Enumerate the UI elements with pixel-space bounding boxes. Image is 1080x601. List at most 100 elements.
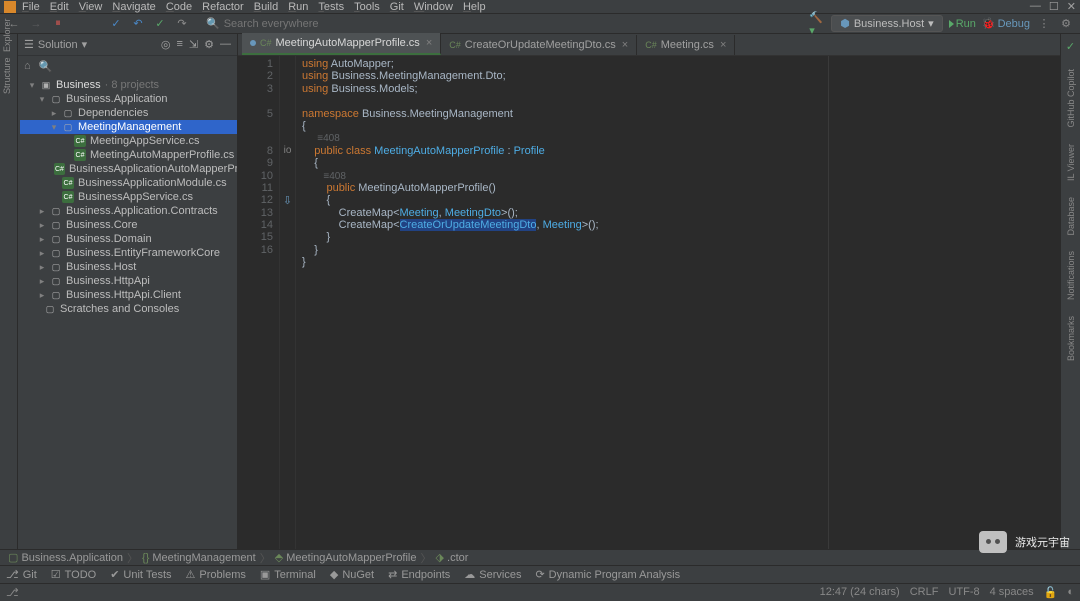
gear-icon[interactable]: ⚙ <box>204 38 214 51</box>
editor-tab[interactable]: C#MeetingAutoMapperProfile.cs× <box>242 33 441 55</box>
run-button[interactable]: Run <box>949 18 976 30</box>
tree-item[interactable]: C#MeetingAutoMapperProfile.cs <box>20 148 237 162</box>
tree-item[interactable]: ▾▢MeetingManagement <box>20 120 237 134</box>
tree-item[interactable]: C#BusinessAppService.cs <box>20 190 237 204</box>
menu-run[interactable]: Run <box>288 1 308 13</box>
bottom-unit-tests[interactable]: ✔Unit Tests <box>110 568 171 581</box>
status-encoding[interactable]: UTF-8 <box>948 586 979 599</box>
code-editor[interactable]: 12358910111213141516 io⇩ using AutoMappe… <box>238 56 1060 549</box>
bottom-todo[interactable]: ☑TODO <box>51 568 96 581</box>
editor-tab[interactable]: C#Meeting.cs× <box>637 35 735 55</box>
pause-icon[interactable]: ⏸ <box>50 16 66 32</box>
breadcrumb-item[interactable]: ⬗ .ctor <box>436 551 469 564</box>
menu-file[interactable]: File <box>22 1 40 13</box>
window-controls: — ☐ ✕ <box>1030 0 1076 13</box>
minimize-icon[interactable]: — <box>1030 0 1041 13</box>
tree-item[interactable]: C#BusinessApplicationModule.cs <box>20 176 237 190</box>
menu-navigate[interactable]: Navigate <box>112 1 155 13</box>
maximize-icon[interactable]: ☐ <box>1049 0 1059 13</box>
breadcrumb-item[interactable]: ▢ Business.Application <box>8 551 123 564</box>
menu-view[interactable]: View <box>79 1 103 13</box>
tree-item[interactable]: ▸▢Business.Core <box>20 218 237 232</box>
collapse-icon[interactable]: ⇲ <box>189 38 198 51</box>
tree-item[interactable]: ▸▢Business.Domain <box>20 232 237 246</box>
breadcrumb[interactable]: ▢ Business.Application〉{} MeetingManagem… <box>0 549 1080 565</box>
forward-button[interactable]: → <box>28 16 44 32</box>
bottom-nuget[interactable]: ◆NuGet <box>330 568 374 581</box>
bottom-services[interactable]: ☁Services <box>464 568 521 581</box>
inspect-icon[interactable]: ◐ <box>1067 586 1074 599</box>
chevron-down-icon: ▾ <box>928 17 934 30</box>
status-crlf[interactable]: CRLF <box>910 586 939 599</box>
code-content[interactable]: using AutoMapper;using Business.MeetingM… <box>296 56 1060 549</box>
run-config-selector[interactable]: ⬢ Business.Host ▾ <box>831 15 942 32</box>
breadcrumb-item[interactable]: ⬘ MeetingAutoMapperProfile <box>275 551 417 564</box>
search-icon[interactable]: 🔍 <box>39 60 53 73</box>
wechat-icon <box>979 531 1007 553</box>
bottom-git[interactable]: ⎇Git <box>6 568 37 581</box>
explorer-strip-icon[interactable]: Explorer <box>2 38 16 52</box>
tree-item[interactable]: ▸▢Dependencies <box>20 106 237 120</box>
search-input[interactable] <box>224 18 364 30</box>
bottom-tool-bar: ⎇Git ☑TODO ✔Unit Tests ⚠Problems ▣Terminal ◆N… <box>0 565 1080 583</box>
menu-help[interactable]: Help <box>463 1 486 13</box>
menu-build[interactable]: Build <box>254 1 278 13</box>
redo-icon[interactable]: ↷ <box>174 16 190 32</box>
check-icon[interactable]: ✓ <box>1066 40 1075 53</box>
solution-explorer: ☰ Solution ▾ ◎ ≡ ⇲ ⚙ — ⌂ 🔍 ▾▣ Business ·… <box>18 34 238 549</box>
right-github-copilot[interactable]: GitHub Copilot <box>1066 69 1076 128</box>
solution-toolbar: ⌂ 🔍 <box>18 56 237 76</box>
bottom-dynamic-program-analysis[interactable]: ⟳Dynamic Program Analysis <box>535 568 680 581</box>
tree-item[interactable]: C#MeetingAppService.cs <box>20 134 237 148</box>
menu-tools[interactable]: Tools <box>354 1 380 13</box>
status-indent[interactable]: 4 spaces <box>990 586 1034 599</box>
home-icon[interactable]: ⌂ <box>24 60 31 72</box>
menu-git[interactable]: Git <box>390 1 404 13</box>
right-bookmarks[interactable]: Bookmarks <box>1066 316 1076 361</box>
right-database[interactable]: Database <box>1066 197 1076 236</box>
breadcrumb-item[interactable]: {} MeetingManagement <box>142 552 256 564</box>
tree-item[interactable]: ▢Scratches and Consoles <box>20 302 237 316</box>
check-icon-green[interactable]: ✓ <box>152 16 168 32</box>
tree-item[interactable]: C#BusinessApplicationAutoMapperProfile.c… <box>20 162 237 176</box>
bottom-problems[interactable]: ⚠Problems <box>186 568 246 581</box>
status-position[interactable]: 12:47 (24 chars) <box>820 586 900 599</box>
readonly-icon[interactable]: 🔓 <box>1044 586 1058 599</box>
close-icon[interactable]: ✕ <box>1067 0 1076 13</box>
status-branch-icon[interactable]: ⎇ <box>6 586 19 599</box>
chevron-down-icon[interactable]: ▾ <box>82 38 88 51</box>
more-actions-icon[interactable]: ⋮ <box>1036 16 1052 32</box>
right-margin <box>828 56 829 549</box>
undo-icon[interactable]: ↶ <box>130 16 146 32</box>
menu-edit[interactable]: Edit <box>50 1 69 13</box>
structure-strip-icon[interactable]: Structure <box>2 80 16 94</box>
hammer-icon[interactable]: 🔨▾ <box>809 16 825 32</box>
editor-tab[interactable]: C#CreateOrUpdateMeetingDto.cs× <box>441 35 637 55</box>
tree-item[interactable]: ▸▢Business.EntityFrameworkCore <box>20 246 237 260</box>
target-icon[interactable]: ◎ <box>161 38 171 51</box>
solution-root[interactable]: ▾▣ Business · 8 projects <box>20 78 237 92</box>
menu-tests[interactable]: Tests <box>318 1 344 13</box>
right-notifications[interactable]: Notifications <box>1066 251 1076 300</box>
check-icon-blue[interactable]: ✓ <box>108 16 124 32</box>
tree-item[interactable]: ▾▢Business.Application <box>20 92 237 106</box>
menu-refactor[interactable]: Refactor <box>202 1 244 13</box>
search-everywhere[interactable]: 🔍 <box>206 17 364 30</box>
bottom-terminal[interactable]: ▣Terminal <box>260 568 316 581</box>
right-il-viewer[interactable]: IL Viewer <box>1066 144 1076 181</box>
tree-item[interactable]: ▸▢Business.Application.Contracts <box>20 204 237 218</box>
app-icon <box>4 1 16 13</box>
run-config-area: 🔨▾ ⬢ Business.Host ▾ Run 🐞Debug ⋮ ⚙ <box>809 15 1074 32</box>
menu-code[interactable]: Code <box>166 1 192 13</box>
tree-item[interactable]: ▸▢Business.HttpApi <box>20 274 237 288</box>
menu-window[interactable]: Window <box>414 1 453 13</box>
filter-icon[interactable]: ≡ <box>176 38 182 51</box>
tree-item[interactable]: ▸▢Business.HttpApi.Client <box>20 288 237 302</box>
debug-button[interactable]: 🐞Debug <box>982 17 1030 30</box>
settings-icon[interactable]: ⚙ <box>1058 16 1074 32</box>
tree-item[interactable]: ▸▢Business.Host <box>20 260 237 274</box>
editor-area: C#MeetingAutoMapperProfile.cs×C#CreateOr… <box>238 34 1060 549</box>
hide-icon[interactable]: — <box>220 38 231 51</box>
bottom-endpoints[interactable]: ⇄Endpoints <box>388 568 450 581</box>
project-tree[interactable]: ▾▣ Business · 8 projects ▾▢Business.Appl… <box>18 76 237 549</box>
